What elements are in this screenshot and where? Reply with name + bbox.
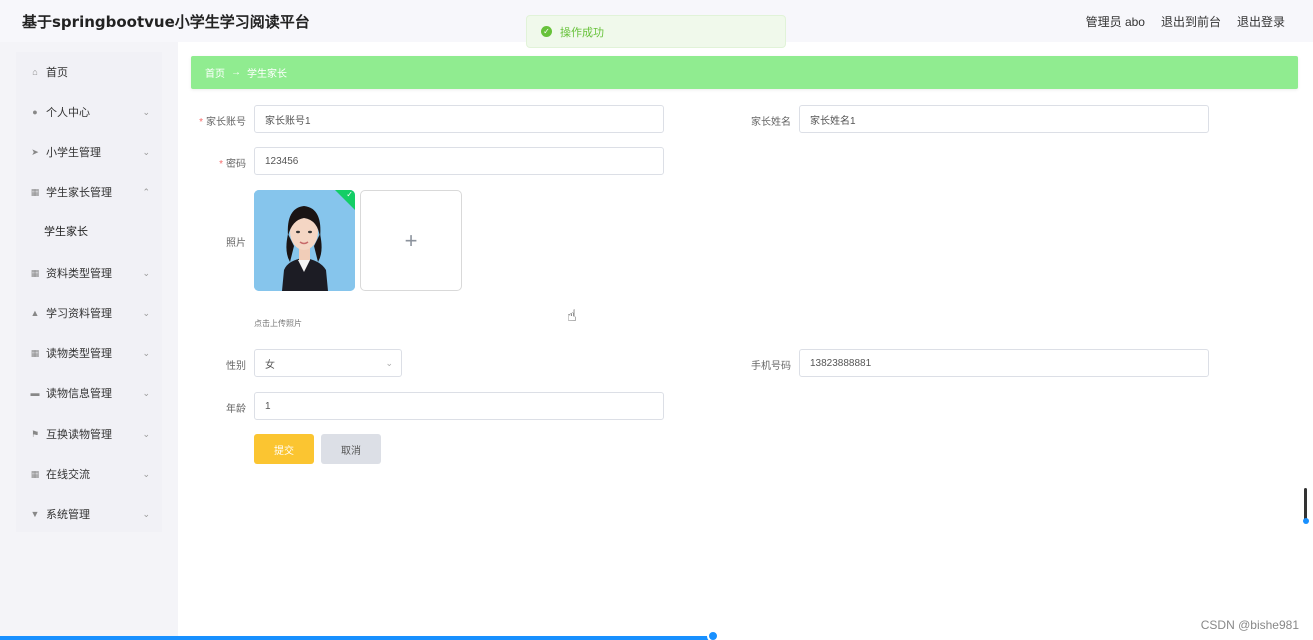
password-input[interactable]: 123456 (254, 147, 664, 175)
chevron-down-icon: ⌄ (142, 468, 150, 479)
top-right-links: 管理员 abo 退出到前台 退出登录 (1086, 13, 1285, 30)
toast-text: 操作成功 (560, 26, 604, 39)
breadcrumb-current: 学生家长 (247, 69, 287, 80)
progress-handle[interactable] (707, 630, 719, 640)
password-label-text: 密码 (226, 159, 246, 170)
submenu-item-parent[interactable]: 学生家长 (44, 223, 88, 239)
success-toast: ✓ 操作成功 (526, 15, 786, 48)
submit-button[interactable]: 提交 (254, 434, 314, 464)
plus-icon: + (404, 227, 418, 253)
gender-select[interactable]: 女 ⌄ (254, 349, 402, 377)
password-label: * 密码 (188, 155, 246, 170)
photo-label: 照片 (226, 238, 246, 249)
grid-icon: ▦ (30, 267, 40, 278)
age-label: 年龄 (226, 404, 246, 415)
chevron-down-icon: ⌄ (142, 307, 150, 318)
grid-icon: ▦ (30, 186, 40, 197)
thumb-icon: ▲ (30, 308, 40, 318)
user-icon: ● (32, 107, 38, 117)
app-title: 基于springbootvue小学生学习阅读平台 (22, 12, 310, 31)
upload-tip: 点击上传照片 (254, 319, 302, 328)
sidebar-item-label: 学习资料管理 (46, 308, 112, 320)
sidebar-item-label: 个人中心 (46, 107, 90, 119)
breadcrumb-home[interactable]: 首页 (205, 65, 225, 80)
gender-label: 性别 (226, 361, 246, 372)
sidebar-item-label: 在线交流 (46, 469, 90, 481)
scroll-dot (1303, 518, 1309, 524)
phone-label: 手机号码 (751, 361, 791, 372)
chevron-down-icon: ⌄ (142, 106, 150, 117)
cancel-button[interactable]: 取消 (321, 434, 381, 464)
chevron-down-icon: ⌄ (142, 267, 150, 278)
send-icon: ➤ (31, 146, 39, 157)
sidebar-item-reading-info[interactable]: ▬ 读物信息管理 ⌄ (16, 373, 162, 413)
sidebar-item-system[interactable]: ▼ 系统管理 ⌄ (16, 494, 162, 534)
sidebar-item-label: 首页 (46, 67, 68, 79)
sidebar-item-reading-types[interactable]: ▦ 读物类型管理 ⌄ (16, 333, 162, 373)
uploaded-photo[interactable]: ✓ (254, 190, 355, 291)
tray-icon: ▬ (30, 388, 40, 398)
progress-bar (0, 636, 713, 640)
chevron-down-icon: ⌄ (142, 428, 150, 439)
sidebar-item-material-types[interactable]: ▦ 资料类型管理 ⌄ (16, 253, 162, 293)
age-input[interactable]: 1 (254, 392, 664, 420)
account-label: * 家长账号 (188, 113, 246, 128)
phone-input[interactable]: 13823888881 (799, 349, 1209, 377)
sidebar-item-label: 学生家长管理 (46, 187, 112, 199)
logout-link[interactable]: 退出登录 (1237, 13, 1285, 30)
required-mark: * (219, 159, 223, 170)
sidebar-item-label: 互换读物管理 (46, 429, 112, 441)
sidebar-item-parents[interactable]: ▦ 学生家长管理 ⌃ (16, 172, 162, 212)
scrollbar-thumb[interactable] (1304, 488, 1307, 522)
sidebar-item-exchange[interactable]: ⚑ 互换读物管理 ⌄ (16, 414, 162, 454)
sidebar-item-label: 资料类型管理 (46, 268, 112, 280)
sidebar-item-home[interactable]: ⌂ 首页 (16, 52, 162, 92)
name-input[interactable]: 家长姓名1 (799, 105, 1209, 133)
check-circle-icon: ✓ (541, 26, 552, 37)
grid-icon: ▦ (30, 347, 40, 358)
home-icon: ⌂ (32, 67, 38, 77)
funnel-icon: ▼ (30, 509, 40, 519)
main-content: 首页 → 学生家长 * 家长账号 家长账号1 家长姓名 家长姓名1 * 密码 123… (178, 42, 1313, 640)
chevron-down-icon: ⌄ (142, 508, 150, 519)
upload-button[interactable]: + (360, 190, 462, 291)
sidebar-item-label: 读物信息管理 (46, 388, 112, 400)
flag-icon: ⚑ (30, 428, 40, 439)
sidebar-item-label: 读物类型管理 (46, 348, 112, 360)
chevron-up-icon: ⌃ (142, 186, 150, 197)
required-mark: * (199, 117, 203, 128)
hand-cursor-icon: ☝ (567, 308, 577, 325)
account-input[interactable]: 家长账号1 (254, 105, 664, 133)
chevron-down-icon: ⌄ (385, 357, 393, 368)
sidebar-item-profile[interactable]: ● 个人中心 ⌄ (16, 92, 162, 132)
front-link[interactable]: 退出到前台 (1161, 13, 1221, 30)
account-label-text: 家长账号 (206, 117, 246, 128)
name-label: 家长姓名 (751, 117, 791, 128)
sidebar: ⌂ 首页 ● 个人中心 ⌄ ➤ 小学生管理 ⌄ ▦ 学生家长管理 ⌃ 学生家长 … (0, 42, 178, 640)
chevron-down-icon: ⌄ (142, 146, 150, 157)
gender-value: 女 (265, 359, 275, 371)
sidebar-item-students[interactable]: ➤ 小学生管理 ⌄ (16, 132, 162, 172)
breadcrumb-arrow-icon: → (231, 67, 241, 78)
watermark: CSDN @bishe981 (1200, 618, 1299, 632)
chevron-down-icon: ⌄ (142, 387, 150, 398)
grid-icon: ▦ (30, 468, 40, 479)
breadcrumb: 首页 → 学生家长 (191, 56, 1298, 89)
sidebar-item-materials[interactable]: ▲ 学习资料管理 ⌄ (16, 293, 162, 333)
admin-label: 管理员 abo (1085, 14, 1145, 29)
sidebar-menu: ⌂ 首页 ● 个人中心 ⌄ ➤ 小学生管理 ⌄ ▦ 学生家长管理 ⌃ 学生家长 … (16, 52, 162, 532)
sidebar-item-label: 系统管理 (46, 509, 90, 521)
check-icon: ✓ (346, 190, 353, 199)
sidebar-item-label: 小学生管理 (46, 147, 101, 159)
chevron-down-icon: ⌄ (142, 347, 150, 358)
sidebar-item-chat[interactable]: ▦ 在线交流 ⌄ (16, 454, 162, 494)
